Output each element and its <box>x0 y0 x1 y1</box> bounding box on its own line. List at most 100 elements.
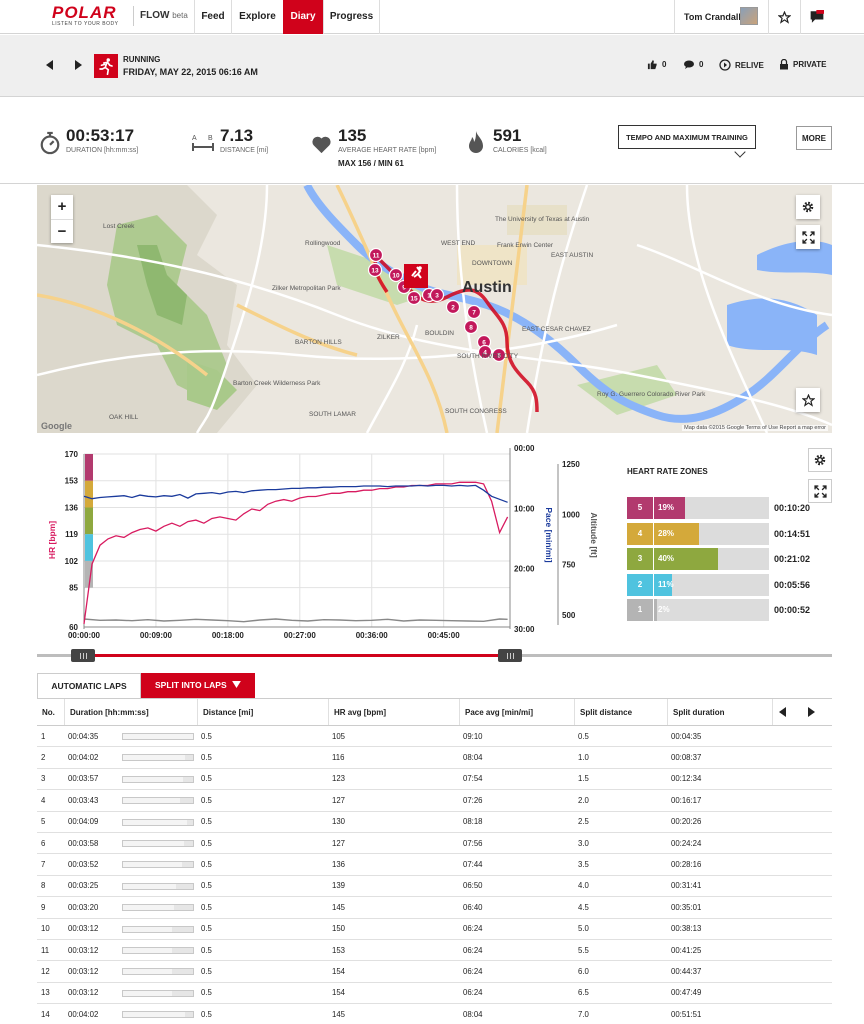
table-row[interactable]: 14 00:04:02 0.5 145 08:04 7.0 00:51:51 <box>37 1004 832 1024</box>
lap-duration-bar <box>122 861 194 869</box>
lap-marker[interactable]: 11 <box>368 247 384 263</box>
range-start-handle[interactable] <box>71 649 95 662</box>
favorites-button[interactable] <box>768 0 800 34</box>
lap-distance: 0.5 <box>201 753 212 763</box>
lap-marker[interactable]: 3 <box>429 287 445 303</box>
x-tick-label: 00:18:00 <box>212 631 245 640</box>
table-row[interactable]: 3 00:03:57 0.5 123 07:54 1.5 00:12:34 <box>37 769 832 791</box>
hr-tick-label: 119 <box>65 530 78 539</box>
map-favorite-button[interactable] <box>796 388 820 412</box>
table-row[interactable]: 5 00:04:09 0.5 130 08:18 2.5 00:20:26 <box>37 812 832 833</box>
distance-value: 7.13 <box>220 126 254 145</box>
table-row[interactable]: 1 00:04:35 0.5 105 09:10 0.5 00:04:35 <box>37 726 832 748</box>
map-attribution[interactable]: Map data ©2015 Google Terms of Use Repor… <box>682 425 828 431</box>
next-arrow-icon[interactable] <box>74 60 82 70</box>
lap-duration-bar <box>122 818 194 826</box>
lap-marker[interactable]: 13 <box>367 262 383 278</box>
map-label: Austin <box>462 279 512 296</box>
lock-icon <box>780 59 788 70</box>
more-button[interactable]: MORE <box>796 126 832 150</box>
lap-split-distance: 4.0 <box>578 881 589 891</box>
hr-zone-percent: 40% <box>658 554 675 564</box>
chart-settings-button[interactable] <box>808 448 832 472</box>
laps-table-header: No. Duration [hh:mm:ss] Distance [mi] HR… <box>37 699 832 726</box>
previous-arrow-icon[interactable] <box>46 60 54 70</box>
table-row[interactable]: 10 00:03:12 0.5 150 06:24 5.0 00:38:13 <box>37 919 832 940</box>
map-label: SOUTH RIVER CITY <box>457 353 519 360</box>
nav-tab-feed[interactable]: Feed <box>194 0 231 34</box>
col-header-distance[interactable]: Distance [mi] <box>197 699 328 725</box>
map-canvas[interactable]: 11131091513276845 AustinThe University o… <box>37 185 832 433</box>
map-settings-button[interactable] <box>796 195 820 219</box>
messages-button[interactable] <box>800 0 832 34</box>
comment-button[interactable]: 0 <box>683 59 703 70</box>
nav-tab-progress[interactable]: Progress <box>323 0 380 34</box>
table-row[interactable]: 8 00:03:25 0.5 139 06:50 4.0 00:31:41 <box>37 876 832 898</box>
route-map[interactable]: 11131091513276845 AustinThe University o… <box>37 185 832 433</box>
table-row[interactable]: 2 00:04:02 0.5 116 08:04 1.0 00:08:37 <box>37 747 832 769</box>
tab-automatic-laps[interactable]: AUTOMATIC LAPS <box>37 673 141 698</box>
map-fullscreen-button[interactable] <box>796 225 820 249</box>
col-header-duration[interactable]: Duration [hh:mm:ss] <box>64 699 197 725</box>
training-benefit-tag[interactable]: TEMPO AND MAXIMUM TRAINING <box>618 125 756 149</box>
lap-duration-bar <box>122 946 194 954</box>
lap-marker[interactable]: 7 <box>466 304 482 320</box>
google-logo: Google <box>41 421 72 431</box>
laps-table: No. Duration [hh:mm:ss] Distance [mi] HR… <box>37 698 832 1024</box>
table-row[interactable]: 13 00:03:12 0.5 154 06:24 6.5 00:47:49 <box>37 983 832 1005</box>
table-row[interactable]: 9 00:03:20 0.5 145 06:40 4.5 00:35:01 <box>37 897 832 919</box>
hr-zone-bar[interactable]: 3 40% <box>627 548 769 571</box>
x-tick-label: 00:36:00 <box>356 631 389 640</box>
privacy-button[interactable]: PRIVATE <box>779 59 826 70</box>
split-into-laps-label: SPLIT INTO LAPS <box>154 680 227 690</box>
column-scroll-controls <box>772 699 832 725</box>
hr-zone-bar[interactable]: 2 11% <box>627 573 769 596</box>
nav-tab-diary[interactable]: Diary <box>283 0 323 34</box>
avatar[interactable] <box>740 7 758 25</box>
nav-tab-explore[interactable]: Explore <box>231 0 283 34</box>
user-name: Tom Crandall <box>684 12 741 22</box>
range-end-handle[interactable] <box>498 649 522 662</box>
lap-duration-bar <box>122 989 194 997</box>
hr-tick-label: 153 <box>65 477 79 486</box>
x-axis-ticks: 00:00:00 00:09:00 00:18:00 00:27:00 00:36:00… <box>68 631 460 640</box>
zoom-in-button[interactable]: + <box>51 195 73 219</box>
lap-marker[interactable]: 2 <box>445 299 461 315</box>
relive-button[interactable]: RELIVE <box>719 59 764 71</box>
zoom-out-button[interactable]: − <box>51 219 73 243</box>
hr-zone-bar[interactable]: 1 2% <box>627 599 769 622</box>
duration-value: 00:53:17 <box>66 126 135 145</box>
table-row[interactable]: 6 00:03:58 0.5 127 07:56 3.0 00:24:24 <box>37 833 832 855</box>
polar-logo[interactable]: POLAR LISTEN TO YOUR BODY <box>52 4 128 27</box>
col-header-split-distance[interactable]: Split distance <box>574 699 667 725</box>
workout-curve-chart[interactable]: 1701531361191028560 00:0010:0020:0030:00… <box>40 440 600 645</box>
time-range-selection[interactable] <box>84 654 511 657</box>
scroll-right-arrow-icon[interactable] <box>807 707 815 717</box>
col-header-pace-avg[interactable]: Pace avg [min/mi] <box>459 699 574 725</box>
lap-pace-avg: 06:24 <box>463 924 483 934</box>
lap-split-duration: 00:12:34 <box>671 774 702 784</box>
lap-duration-bar <box>122 775 194 783</box>
lap-marker[interactable]: 15 <box>406 290 422 306</box>
lap-marker[interactable]: 8 <box>463 319 479 335</box>
chart-fullscreen-button[interactable] <box>808 479 832 503</box>
heart-rate-minmax: MAX 156 / MIN 61 <box>338 159 404 168</box>
split-into-laps-button[interactable]: SPLIT INTO LAPS <box>141 673 255 698</box>
like-button[interactable]: 0 <box>647 59 666 70</box>
lap-marker-label: 3 <box>435 293 439 300</box>
hr-zone-bar[interactable]: 4 28% <box>627 522 769 545</box>
pace-tick-label: 10:00 <box>514 504 535 513</box>
hr-zone-bar[interactable]: 5 19% <box>627 497 769 519</box>
table-row[interactable]: 4 00:03:43 0.5 127 07:26 2.0 00:16:17 <box>37 790 832 812</box>
col-header-split-duration[interactable]: Split duration <box>667 699 772 725</box>
lap-marker[interactable]: 10 <box>388 267 404 283</box>
col-header-no[interactable]: No. <box>37 699 64 725</box>
table-row[interactable]: 11 00:03:12 0.5 153 06:24 5.5 00:41:25 <box>37 940 832 962</box>
scroll-left-arrow-icon[interactable] <box>779 707 787 717</box>
table-row[interactable]: 12 00:03:12 0.5 154 06:24 6.0 00:44:37 <box>37 961 832 983</box>
col-header-hr-avg[interactable]: HR avg [bpm] <box>328 699 459 725</box>
distance-ab-icon: A B <box>192 135 214 151</box>
table-row[interactable]: 7 00:03:52 0.5 136 07:44 3.5 00:28:16 <box>37 854 832 876</box>
pace-tick-label: 20:00 <box>514 565 535 574</box>
hr-zone-time: 00:21:02 <box>774 554 811 565</box>
